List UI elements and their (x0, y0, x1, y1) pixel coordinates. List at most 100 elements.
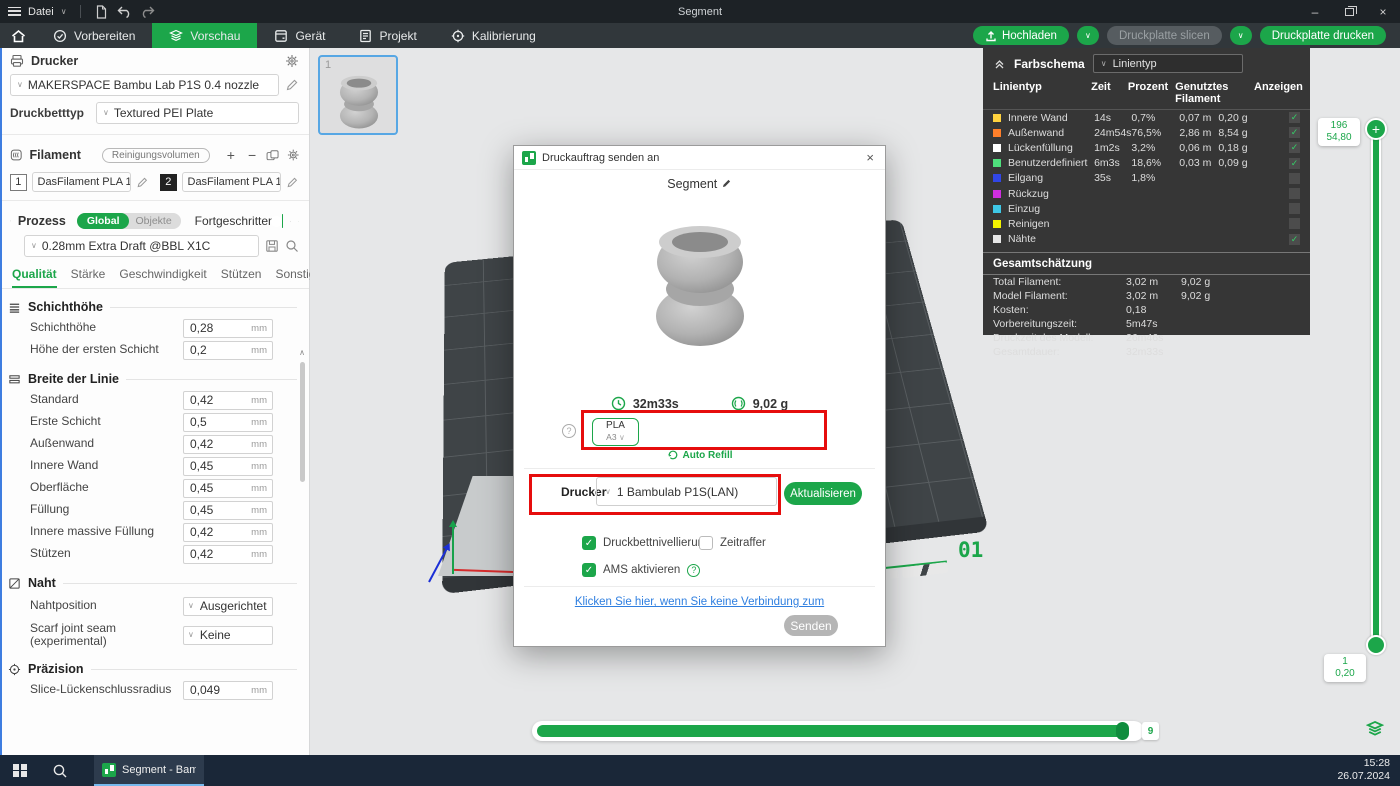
menu-list-icon[interactable] (290, 215, 291, 228)
show-checkbox[interactable]: ✓ (1289, 234, 1300, 245)
compare-presets-icon[interactable] (298, 215, 299, 228)
printer-preset-select[interactable]: ∨ MAKERSPACE Bambu Lab P1S 0.4 nozzle (10, 74, 279, 96)
slice-options-dropdown[interactable]: ∨ (1077, 26, 1099, 45)
send-button[interactable]: Senden (784, 615, 838, 636)
no-connection-link[interactable]: Klicken Sie hier, wenn Sie keine Verbind… (514, 596, 885, 608)
home-button[interactable] (0, 23, 36, 48)
scroll-up-arrow[interactable]: ∧ (297, 348, 307, 358)
collapse-panel-icon[interactable] (993, 58, 1006, 70)
internal-solid-infill-line-width-input[interactable]: 0,42mm (183, 523, 273, 542)
global-option[interactable]: Global (77, 213, 130, 229)
show-checkbox[interactable]: ✓ (1289, 158, 1300, 169)
slice-gap-closing-radius-input[interactable]: 0,049mm (183, 681, 273, 700)
timelapse-checkbox[interactable] (699, 536, 713, 550)
layer-slider-top-handle[interactable]: + (1365, 118, 1387, 140)
top-surface-line-width-input[interactable]: 0,45mm (183, 479, 273, 498)
print-plate-button[interactable]: Druckplatte drucken (1260, 26, 1386, 45)
filament-weight-estimate: 9,02 g (731, 396, 788, 411)
bed-leveling-checkbox[interactable]: ✓ (582, 536, 596, 550)
redo-icon[interactable] (140, 4, 156, 20)
filament-slot-1-index[interactable]: 1 (10, 174, 27, 191)
tab-vorbereiten[interactable]: Vorbereiten (36, 23, 152, 48)
start-button[interactable] (0, 755, 40, 786)
show-checkbox[interactable]: ✓ (1289, 142, 1300, 153)
inner-wall-line-width-input[interactable]: 0,45mm (183, 457, 273, 476)
layer-height-input[interactable]: 0,28mm (183, 319, 273, 338)
tab-projekt[interactable]: Projekt (342, 23, 433, 48)
seam-position-select[interactable]: ∨Ausgerichtet (183, 597, 273, 616)
filament-slot-2-index[interactable]: 2 (160, 174, 177, 191)
ams-enable-checkbox[interactable]: ✓ (582, 563, 596, 577)
edit-filament-1-icon[interactable] (136, 176, 149, 189)
dialog-close-button[interactable]: × (863, 150, 877, 165)
upload-button[interactable]: Hochladen (973, 26, 1069, 45)
bed-type-select[interactable]: ∨ Textured PEI Plate (96, 102, 299, 124)
outer-wall-line-width-input[interactable]: 0,42mm (183, 435, 273, 454)
layer-slider-bottom-handle[interactable] (1366, 635, 1386, 655)
view-mode-select[interactable]: ∨ Linientyp (1093, 54, 1243, 73)
line-type-row: Rückzug (983, 186, 1310, 201)
show-checkbox[interactable] (1289, 188, 1300, 199)
ams-help-icon[interactable]: ? (687, 564, 700, 577)
layers-view-button[interactable] (1366, 720, 1384, 738)
plate-thumbnail[interactable]: 1 (318, 55, 398, 135)
first-layer-line-width-input[interactable]: 0,5mm (183, 413, 273, 432)
ams-mapping-icon[interactable] (266, 149, 279, 162)
hamburger-menu-icon[interactable] (8, 7, 21, 16)
search-preset-icon[interactable] (285, 239, 299, 253)
printer-settings-gear-icon[interactable] (285, 54, 299, 68)
infill-line-width-input[interactable]: 0,45mm (183, 501, 273, 520)
show-checkbox[interactable]: ✓ (1289, 127, 1300, 138)
rename-model-icon[interactable] (721, 178, 732, 189)
print-options-dropdown[interactable]: ∨ (1230, 26, 1252, 45)
refresh-button[interactable]: Aktualisieren (784, 482, 862, 505)
remove-filament-button[interactable]: − (245, 147, 259, 163)
add-filament-button[interactable]: + (224, 147, 238, 163)
save-preset-icon[interactable] (265, 239, 279, 253)
tab-geraet[interactable]: Gerät (257, 23, 342, 48)
taskbar-search-button[interactable] (40, 755, 80, 786)
file-menu[interactable]: Datei (28, 6, 54, 18)
tab-geschwindigkeit[interactable]: Geschwindigkeit (119, 267, 206, 288)
close-button[interactable]: × (1366, 0, 1400, 23)
show-checkbox[interactable] (1289, 173, 1300, 184)
objects-option[interactable]: Objekte (129, 213, 180, 229)
advanced-toggle[interactable] (282, 214, 284, 228)
global-objects-toggle[interactable]: Global Objekte (77, 213, 181, 229)
scrollbar-thumb[interactable] (300, 362, 305, 482)
new-project-icon[interactable] (94, 4, 110, 20)
taskbar-clock[interactable]: 15:28 26.07.2024 (1337, 755, 1400, 786)
sidebar-scrollbar[interactable]: ∧ (297, 348, 307, 752)
flush-volumes-button[interactable]: Reinigungsvolumen (102, 148, 210, 163)
show-checkbox[interactable] (1289, 218, 1300, 229)
edit-filament-2-icon[interactable] (286, 176, 299, 189)
filament-help-icon[interactable]: ? (562, 424, 576, 438)
color-swatch (993, 114, 1001, 122)
layer-range-slider[interactable]: + (1363, 118, 1389, 663)
first-layer-height-input[interactable]: 0,2mm (183, 341, 273, 360)
tab-kalibrierung[interactable]: Kalibrierung (434, 23, 553, 48)
auto-refill-label: Auto Refill (514, 449, 885, 461)
process-preset-select[interactable]: ∨ 0.28mm Extra Draft @BBL X1C (24, 235, 259, 257)
minimize-button[interactable]: – (1298, 0, 1332, 23)
restore-button[interactable] (1332, 0, 1366, 23)
filament-slot-1-name[interactable]: DasFilament PLA 1 (32, 172, 132, 192)
filament-settings-gear-icon[interactable] (287, 148, 300, 162)
chevron-down-icon[interactable]: ∨ (61, 8, 67, 16)
default-line-width-input[interactable]: 0,42mm (183, 391, 273, 410)
tab-stuetzen[interactable]: Stützen (221, 267, 262, 288)
undo-icon[interactable] (117, 4, 133, 20)
move-slider-handle[interactable] (1116, 722, 1129, 740)
filament-slot-2-name[interactable]: DasFilament PLA 1 (182, 172, 282, 192)
show-checkbox[interactable]: ✓ (1289, 112, 1300, 123)
move-slider[interactable] (532, 721, 1144, 741)
tab-qualitaet[interactable]: Qualität (12, 267, 57, 288)
tab-staerke[interactable]: Stärke (71, 267, 106, 288)
show-checkbox[interactable] (1289, 203, 1300, 214)
scarf-joint-seam-select[interactable]: ∨Keine (183, 626, 273, 645)
viewport-3d[interactable]: 01 1 Farbschema (310, 48, 1400, 755)
tab-vorschau[interactable]: Vorschau (152, 23, 257, 48)
edit-printer-icon[interactable] (285, 78, 299, 92)
support-line-width-input[interactable]: 0,42mm (183, 545, 273, 564)
taskbar-app-bambu-studio[interactable]: Segment - BambuS... (94, 755, 204, 786)
